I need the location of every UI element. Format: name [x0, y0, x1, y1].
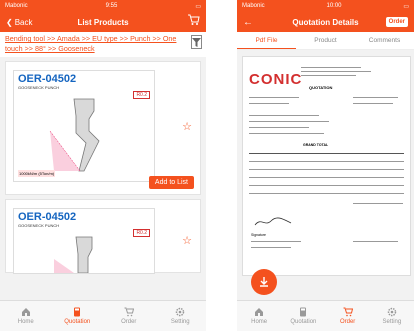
tab-comments[interactable]: Comments	[355, 32, 414, 49]
product-drawing: OER-04502 GOOSENECK PUNCH R0.2 1000kN/m …	[13, 70, 155, 182]
tab-quotation[interactable]: Quotation	[52, 301, 104, 331]
tab-setting[interactable]: Setting	[155, 301, 207, 331]
filter-button[interactable]	[191, 35, 202, 49]
tab-label: Home	[251, 319, 268, 325]
back-arrow-icon[interactable]: ←	[243, 17, 253, 28]
tab-label: Quotation	[290, 319, 317, 325]
product-card[interactable]: OER-04502 GOOSENECK PUNCH R0.2 ☆	[5, 199, 201, 274]
punch-diagram	[54, 236, 93, 273]
breadcrumb[interactable]: Bending tool >> Amada >> EU type >> Punc…	[0, 32, 191, 57]
product-list-screen: Mabonic 9:55 ▭ ❮ Back List Products Bend…	[0, 0, 206, 331]
tab-label: Setting	[382, 319, 402, 325]
tab-label: Setting	[170, 319, 190, 325]
carrier-label: Mabonic	[5, 3, 28, 9]
tab-label: Home	[17, 319, 34, 325]
gear-icon	[387, 307, 397, 317]
add-to-list-button[interactable]: Add to List	[148, 176, 194, 189]
nav-bar: ← Quotation Details Order	[237, 12, 414, 32]
star-icon[interactable]: ☆	[182, 120, 192, 133]
punch-diagram	[49, 98, 100, 172]
grand-total-label: GRAND TOTAL	[303, 143, 329, 147]
tab-bar: Home Quotation Order Setting	[237, 300, 414, 331]
product-card[interactable]: OER-04502 GOOSENECK PUNCH R0.2 1000kN/m …	[5, 61, 201, 195]
cart-icon	[188, 14, 200, 25]
tab-pdf-file[interactable]: Pdf File	[237, 32, 296, 49]
status-bar: Mabonic 10:00 ▭	[237, 0, 414, 12]
time-label: 10:00	[326, 3, 342, 9]
nav-bar: ❮ Back List Products	[0, 12, 206, 32]
calculator-icon	[74, 307, 81, 317]
spec-label: 1000kN/m (5Ton/m)	[18, 170, 56, 177]
battery-icon: ▭	[195, 3, 201, 10]
tab-home[interactable]: Home	[237, 301, 281, 331]
status-bar: Mabonic 9:55 ▭	[0, 0, 206, 12]
quotation-details-screen: Mabonic 10:00 ▭ ← Quotation Details Orde…	[237, 0, 414, 331]
back-button[interactable]: ❮ Back	[6, 18, 33, 27]
tab-order[interactable]: Order	[103, 301, 155, 331]
home-icon	[255, 308, 264, 316]
signature-mark	[254, 217, 292, 226]
back-label: Back	[14, 17, 33, 27]
tab-quotation[interactable]: Quotation	[281, 301, 325, 331]
order-button[interactable]: Order	[385, 17, 408, 27]
cart-icon	[124, 307, 134, 317]
company-logo: CONIC	[249, 71, 303, 88]
signature-label: Signature	[251, 233, 266, 237]
download-icon	[260, 277, 268, 287]
product-drawing: OER-04502 GOOSENECK PUNCH R0.2	[13, 208, 155, 274]
cart-button[interactable]	[187, 13, 200, 31]
filter-icon	[192, 37, 201, 47]
carrier-label: Mabonic	[242, 3, 265, 9]
gear-icon	[176, 307, 185, 317]
pdf-document[interactable]: CONIC QUOTATION GRAND TOTAL Signature	[242, 56, 411, 276]
tab-label: Order	[121, 319, 137, 325]
tab-label: Quotation	[64, 319, 91, 325]
tab-home[interactable]: Home	[0, 301, 52, 331]
star-icon[interactable]: ☆	[182, 234, 192, 247]
segment-tabs: Pdf File Product Comments	[237, 32, 414, 50]
chevron-left-icon: ❮	[6, 17, 13, 27]
tab-setting[interactable]: Setting	[370, 301, 414, 331]
tab-label: Order	[339, 319, 356, 325]
home-icon	[21, 308, 30, 316]
tab-bar: Home Quotation Order Setting	[0, 300, 206, 331]
tab-product[interactable]: Product	[296, 32, 355, 49]
tab-order[interactable]: Order	[326, 301, 370, 331]
time-label: 9:55	[105, 3, 118, 9]
battery-icon: ▭	[403, 3, 409, 10]
cart-icon	[343, 307, 353, 317]
download-button[interactable]	[251, 269, 277, 295]
document-heading: QUOTATION	[309, 85, 333, 90]
calculator-icon	[300, 307, 307, 317]
